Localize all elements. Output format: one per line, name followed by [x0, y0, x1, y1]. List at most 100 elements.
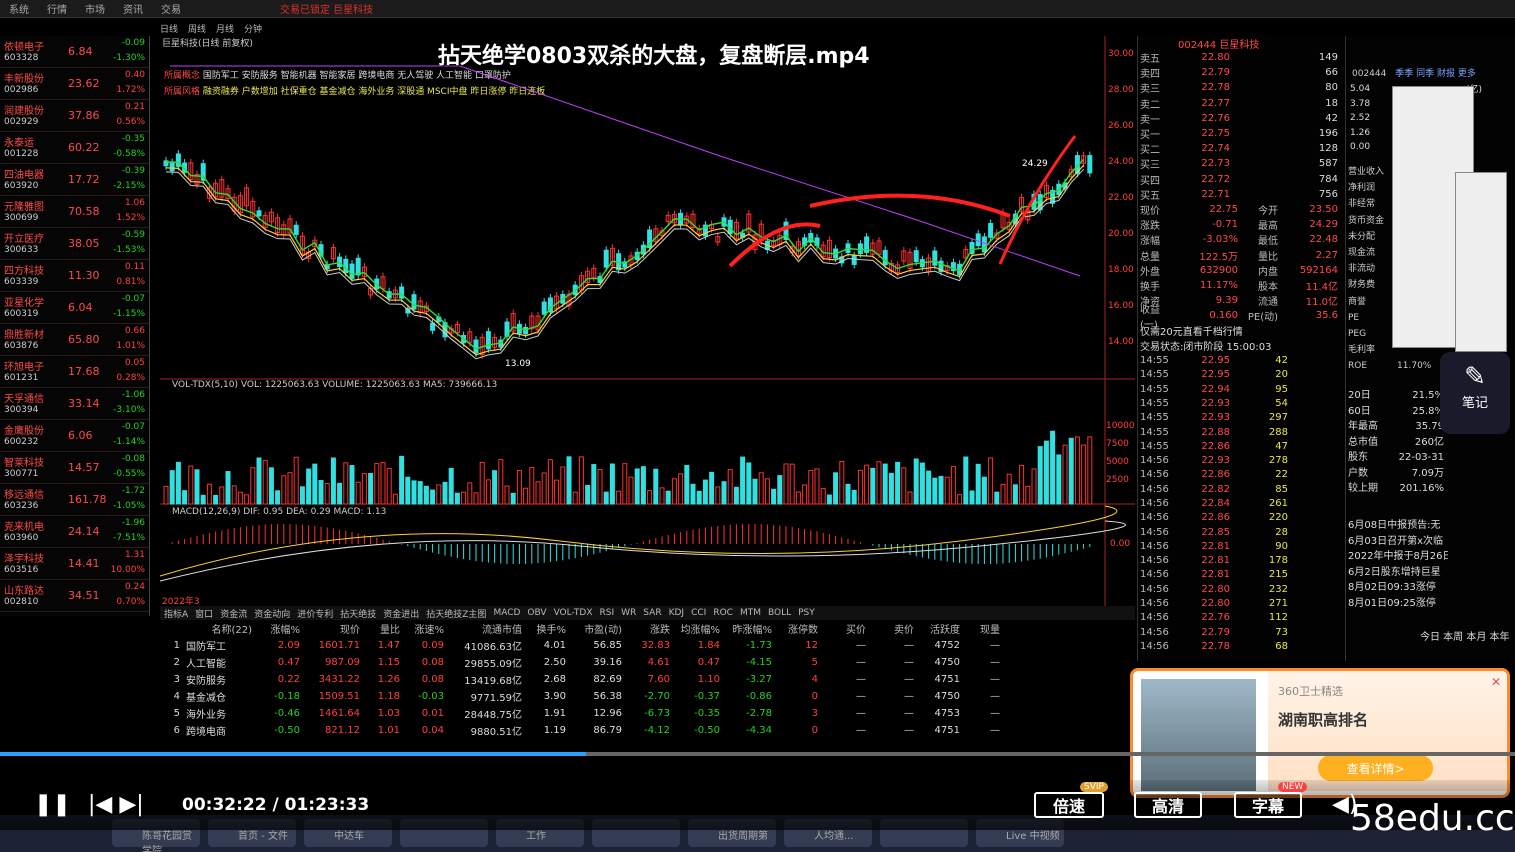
indicator-tab[interactable]: WR [621, 608, 636, 618]
watchlist-row[interactable]: 丰新股份 002986 23.62 0.40 1.72% [0, 68, 149, 100]
table-row[interactable]: 1 国防军工 2.09 1601.71 1.47 0.09 41086.63亿 4.01 56.… [160, 637, 1135, 654]
column-header[interactable]: 市盈(动) [566, 621, 622, 636]
tick-price: 22.80 [1201, 583, 1230, 595]
indicator-tab[interactable]: 进价专利 [297, 607, 333, 620]
indicator-tab[interactable]: VOL-TDX [554, 608, 593, 618]
menu-item[interactable]: 交易 [161, 1, 181, 16]
ad-cta-button[interactable]: 查看详情> [1318, 755, 1433, 781]
watchlist-row[interactable]: 润建股份 002929 37.86 0.21 0.56% [0, 100, 149, 132]
next-icon[interactable]: |◀ ▶| [88, 792, 144, 817]
column-header[interactable]: 换手% [522, 621, 566, 636]
indicator-tab[interactable]: 资金动向 [254, 607, 290, 620]
finance-tabs[interactable]: 季季 同季 财报 更多 [1395, 69, 1476, 79]
finance-item-value: 11.70% [1397, 361, 1432, 372]
volume-bar [461, 491, 467, 505]
column-header[interactable]: 涨幅% [252, 621, 300, 636]
column-header[interactable]: 流通市值 [444, 621, 522, 636]
period-tab[interactable]: 月线 [216, 22, 234, 35]
column-header[interactable]: 涨跌 [622, 621, 670, 636]
table-row[interactable]: 2 人工智能 0.47 987.09 1.15 0.08 29855.09亿 2.50 39.1… [160, 654, 1135, 671]
column-header[interactable]: 均涨幅% [670, 621, 720, 636]
column-header[interactable]: 活跃度 [914, 621, 960, 636]
indicator-tab[interactable]: SAR [643, 608, 661, 618]
period-tab[interactable]: 周线 [188, 22, 206, 35]
indicator-tab[interactable]: 资金流 [220, 607, 247, 620]
indicator-tab[interactable]: 资金进出 [383, 607, 419, 620]
table-cell: -0.35 [694, 708, 720, 719]
column-header[interactable]: 现价 [300, 621, 360, 636]
watchlist-row[interactable]: 天孚通信 300394 33.14 -1.06 -3.10% [0, 388, 149, 420]
watchlist-row[interactable]: 鼎胜新材 603876 65.80 0.66 1.01% [0, 324, 149, 356]
indicator-tab[interactable]: RSI [600, 608, 615, 618]
hd-button[interactable]: 高清 [1134, 792, 1202, 818]
watchlist-row[interactable]: 山东路达 002810 34.51 0.24 0.70% [0, 580, 149, 612]
volume-bar [665, 490, 671, 505]
watchlist-row[interactable]: 依顿电子 603328 6.84 -0.09 -1.30% [0, 36, 149, 68]
kline-chart[interactable]: 巨星科技(日线 前复权) 所属概念 国防军工 安防服务 智能机器 智能家居 跨境… [160, 36, 1135, 606]
watchlist-row[interactable]: 移远通信 603236 161.78 -1.72 -1.05% [0, 484, 149, 516]
watchlist-row[interactable]: 四油电器 603920 17.72 -0.39 -2.15% [0, 164, 149, 196]
menu-item[interactable]: 行情 [47, 1, 67, 16]
tick-time: 14:55 [1140, 383, 1169, 395]
y-tick-label: 16.00 [1108, 301, 1134, 311]
table-row[interactable]: 6 跨境电商 -0.50 821.12 1.01 0.04 9880.51亿 1.19 86.7… [160, 722, 1135, 739]
column-header[interactable]: 涨速% [400, 621, 444, 636]
watchlist-row[interactable]: 金鹰股份 600232 6.06 -0.07 -1.14% [0, 420, 149, 452]
news-item[interactable]: 8月01日09:25涨停 [1348, 596, 1448, 612]
column-header[interactable]: 买价 [818, 621, 866, 636]
indicator-tab[interactable]: 拈天绝技Z主图 [426, 607, 486, 620]
subtitle-button[interactable]: 字幕 [1234, 792, 1302, 818]
news-item[interactable]: 2022年中报于8月26日 [1348, 549, 1448, 565]
indicator-tab[interactable]: PSY [798, 608, 815, 618]
indicator-tab[interactable]: CCI [691, 608, 706, 618]
color-palette[interactable] [1455, 172, 1507, 352]
table-row[interactable]: 4 基金减仓 -0.18 1509.51 1.18 -0.03 9771.59亿 3.90 56… [160, 688, 1135, 705]
indicator-tab[interactable]: MACD [493, 608, 520, 618]
stat-value: 122.5万 [1199, 251, 1238, 263]
table-row[interactable]: 5 海外业务 -0.46 1461.64 1.03 0.01 28448.75亿 1.91 12… [160, 705, 1135, 722]
watchlist-row[interactable]: 永泰运 001228 60.22 -0.35 -0.58% [0, 132, 149, 164]
volume-bar [1000, 483, 1006, 505]
table-cell: -2.78 [746, 708, 772, 719]
watchlist-row[interactable]: 亚星化学 600319 6.04 -0.07 -1.15% [0, 292, 149, 324]
column-header[interactable]: 量比 [360, 621, 400, 636]
indicator-tab[interactable]: ROC [713, 608, 733, 618]
indicator-tab[interactable]: 拈天绝技 [340, 607, 376, 620]
watchlist-row[interactable]: 四方科技 603339 11.30 0.11 0.81% [0, 260, 149, 292]
column-header[interactable]: 现量 [960, 621, 1000, 636]
notes-button[interactable]: ✎ 笔记 [1440, 352, 1510, 434]
indicator-tab[interactable]: 指标A [164, 607, 188, 620]
ad-popup[interactable]: 360卫士精选 湖南职高排名 查看详情> ✕ [1130, 668, 1510, 798]
indicator-tab[interactable]: BOLL [768, 608, 791, 618]
news-item[interactable]: 6月03日召开第x次临 [1348, 534, 1448, 550]
tick-time: 14:55 [1140, 440, 1169, 452]
menu-item[interactable]: 资讯 [123, 1, 143, 16]
watchlist-row[interactable]: 元隆雅图 300699 70.58 1.06 1.52% [0, 196, 149, 228]
indicator-tab[interactable]: KDJ [669, 608, 685, 618]
indicator-tab[interactable]: 窗口 [195, 607, 213, 620]
column-header[interactable]: 昨涨幅% [720, 621, 772, 636]
ad-close-icon[interactable]: ✕ [1491, 675, 1501, 689]
news-item[interactable]: 6月2日股东增持巨星 [1348, 565, 1448, 581]
column-header[interactable]: 涨停数 [772, 621, 818, 636]
orderbook-note[interactable]: 仅需20元直看千档行情 [1138, 323, 1345, 338]
column-header[interactable]: 名称(22) [180, 621, 252, 636]
finance-footer[interactable]: 今日 本周 本月 本年 [1420, 628, 1510, 643]
speed-button[interactable]: 倍速 [1034, 792, 1104, 818]
indicator-tab[interactable]: OBV [527, 608, 546, 618]
watchlist-row[interactable]: 环旭电子 601231 17.68 0.05 0.28% [0, 356, 149, 388]
news-item[interactable]: 8月02日09:33涨停 [1348, 580, 1448, 596]
watchlist-row[interactable]: 泽宇科技 603516 14.41 1.31 10.00% [0, 548, 149, 580]
news-item[interactable]: 6月08日中报预告:无 [1348, 518, 1448, 534]
watchlist-row[interactable]: 开立医疗 300633 38.05 -0.59 -1.53% [0, 228, 149, 260]
watchlist-row[interactable]: 克来机电 603960 24.14 -1.96 -7.51% [0, 516, 149, 548]
watchlist-row[interactable]: 智莱科技 300771 14.57 -0.08 -0.55% [0, 452, 149, 484]
period-tab[interactable]: 分钟 [244, 22, 262, 35]
menu-item[interactable]: 系统 [9, 1, 29, 16]
pause-icon[interactable]: ❚❚ [34, 792, 71, 817]
table-row[interactable]: 3 安防服务 0.22 3431.22 1.26 0.08 13419.68亿 2.68 82.… [160, 671, 1135, 688]
menu-item[interactable]: 市场 [85, 1, 105, 16]
period-tab[interactable]: 日线 [160, 22, 178, 35]
column-header[interactable]: 卖价 [866, 621, 914, 636]
indicator-tab[interactable]: MTM [740, 608, 761, 618]
